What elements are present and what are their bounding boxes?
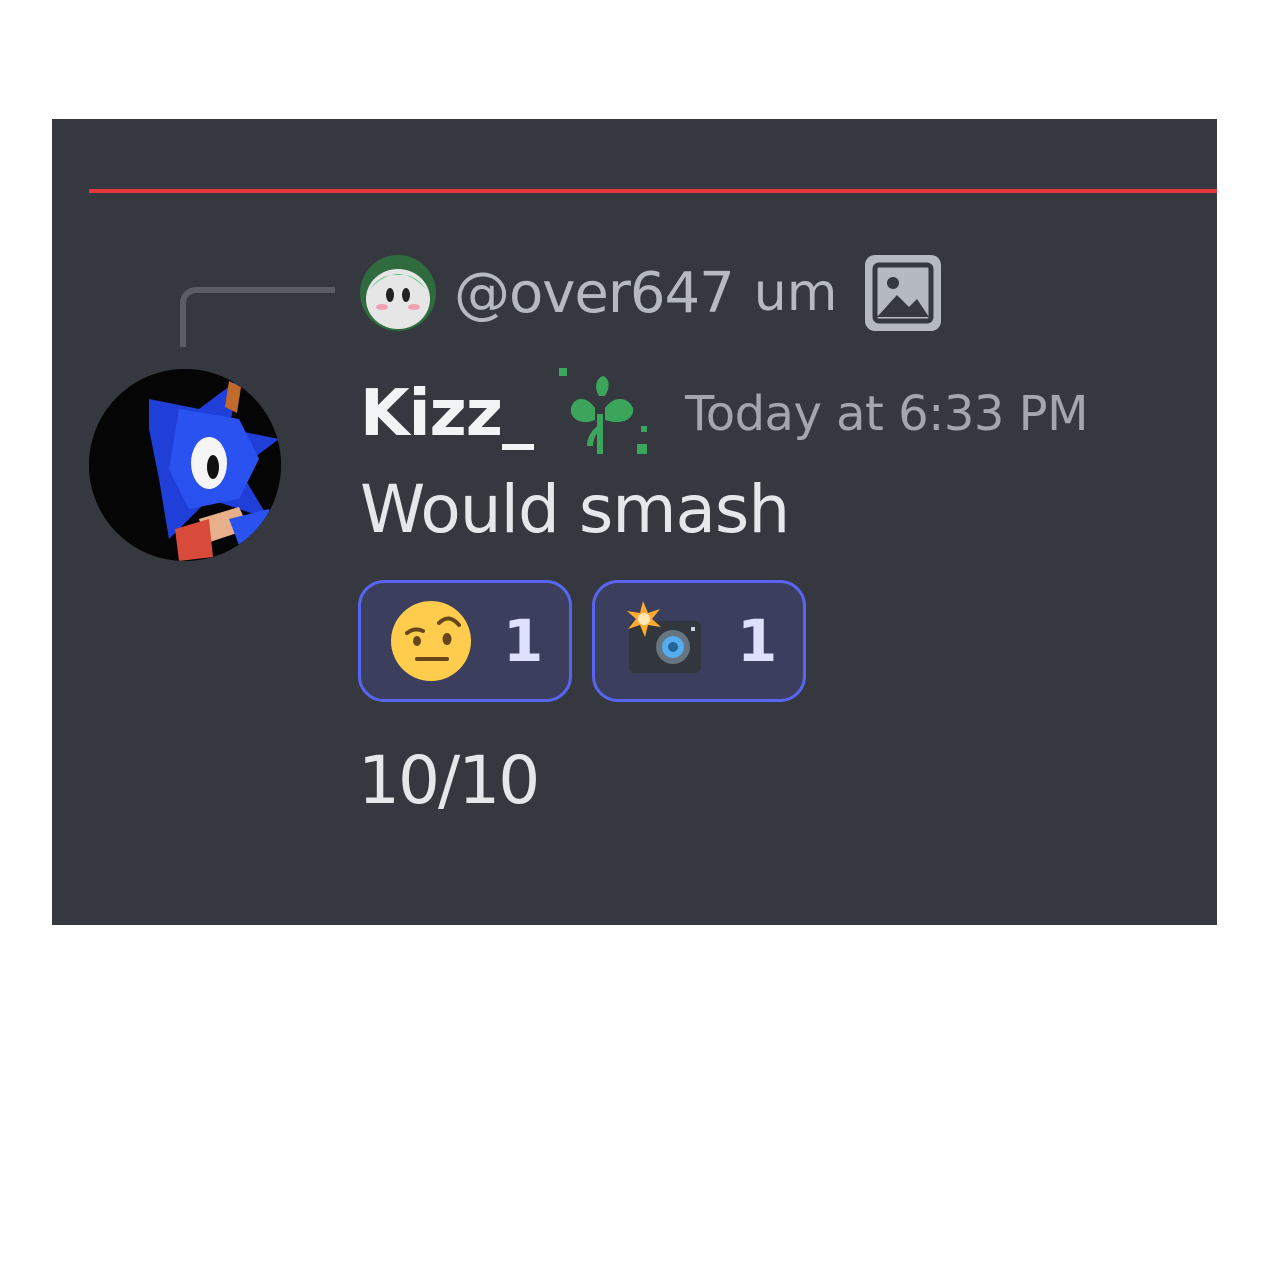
image-icon [863, 253, 943, 333]
chat-panel: @over647 um Kizz_ Today at 6:33 PM Would… [52, 119, 1217, 925]
sonic-avatar-icon [89, 369, 281, 561]
reactions-bar: 1 1 [358, 580, 806, 702]
message-header: Kizz_ Today at 6:33 PM [360, 364, 1089, 464]
reaction-raised-eyebrow[interactable]: 1 [358, 580, 572, 702]
reply-text[interactable]: um [754, 263, 838, 323]
camera-with-flash-emoji-icon [623, 599, 707, 683]
reply-avatar[interactable] [360, 255, 436, 331]
reply-author[interactable]: @over647 [454, 261, 735, 326]
reply-preview[interactable]: @over647 um [360, 251, 943, 335]
reaction-count: 1 [503, 607, 544, 675]
reaction-count: 1 [737, 607, 778, 675]
sprout-badge-icon[interactable] [551, 364, 655, 464]
reaction-camera-flash[interactable]: 1 [592, 580, 806, 702]
username[interactable]: Kizz_ [360, 377, 534, 451]
new-messages-divider [89, 189, 1217, 193]
message-content: Would smash [360, 471, 790, 548]
reply-spine [180, 287, 335, 347]
kirby-avatar-icon [360, 255, 436, 331]
followup-message-content: 10/10 [358, 742, 540, 819]
timestamp[interactable]: Today at 6:33 PM [685, 386, 1088, 442]
sonic-avatar[interactable] [89, 369, 281, 561]
face-with-raised-eyebrow-emoji-icon [389, 599, 473, 683]
